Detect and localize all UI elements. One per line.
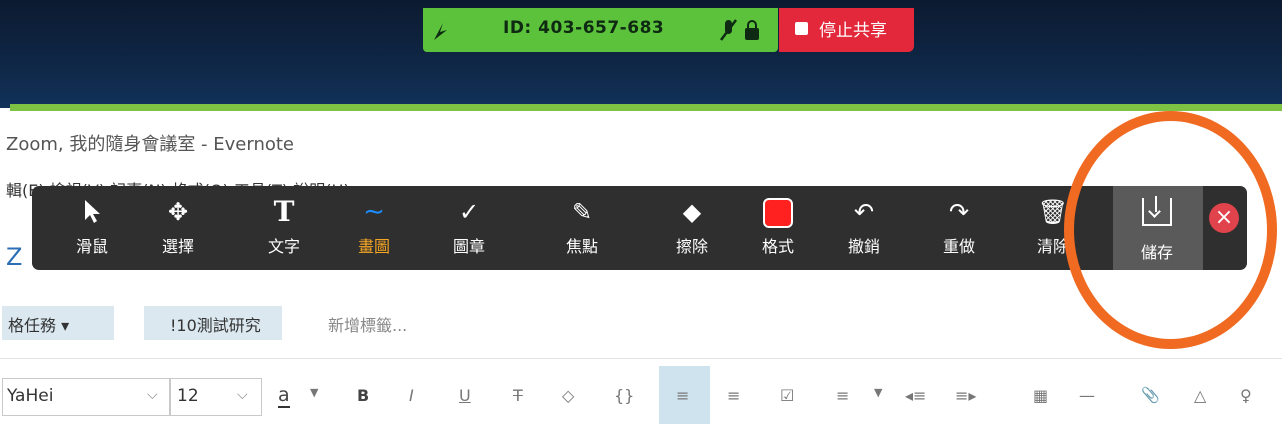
tool-label: 重做 [942, 237, 975, 256]
chevron-down-icon[interactable]: ▼ [874, 386, 882, 399]
indent-icon[interactable]: ≡▸ [955, 386, 976, 405]
tag-task-label: 格任務 ▾ [8, 316, 70, 335]
text-icon: T [273, 195, 295, 228]
meeting-id-label: ID: 403-657-683 [503, 18, 665, 38]
font-size-select[interactable]: 12 ⌵ [170, 378, 262, 416]
outdent-icon[interactable]: ◂≡ [905, 386, 926, 405]
font-size-value: 12 [177, 386, 199, 406]
tool-label: 格式 [761, 237, 794, 256]
numbered-list-icon[interactable]: ≡ [727, 386, 740, 405]
font-family-select[interactable]: YaHei ⌵ [2, 378, 170, 416]
highlighter-icon[interactable]: ◇ [562, 386, 574, 405]
share-border-line [10, 104, 1282, 111]
tool-text[interactable]: T 文字 [247, 188, 321, 268]
tool-label: 選擇 [161, 237, 194, 256]
tool-spotlight[interactable]: ✎ 焦點 [545, 188, 619, 268]
code-block-icon[interactable]: {} [614, 386, 634, 405]
format-icon [741, 188, 815, 232]
drive-icon[interactable]: △ [1194, 386, 1206, 405]
lock-icon[interactable] [743, 18, 761, 42]
stamp-icon: ✓ [458, 198, 480, 226]
tool-mouse[interactable]: 滑鼠 [55, 188, 129, 268]
tool-label: 撤銷 [847, 237, 880, 256]
tool-undo[interactable]: ↶ 撤銷 [827, 188, 901, 268]
tag-task[interactable]: 格任務 ▾ [2, 306, 114, 340]
draw-icon: ∼ [363, 197, 385, 227]
table-icon[interactable]: ▦ [1033, 386, 1048, 405]
align-icon[interactable]: ≡ [836, 386, 849, 405]
chevron-down-icon: ⌵ [237, 387, 248, 403]
cursor-icon [55, 188, 129, 232]
tool-label: 圖章 [452, 237, 485, 256]
app-letter: Z [6, 243, 23, 271]
redo-icon: ↷ [948, 198, 970, 226]
tool-label: 滑鼠 [75, 237, 108, 256]
tool-label: 畫圖 [357, 237, 390, 256]
tool-format[interactable]: 格式 [741, 188, 815, 268]
bullet-list-icon[interactable]: ≡ [676, 386, 689, 405]
tool-eraser[interactable]: ◆ 擦除 [655, 188, 729, 268]
signal-icon [434, 23, 447, 40]
stop-share-label: 停止共享 [819, 21, 887, 41]
attachment-icon[interactable]: 📎 [1141, 386, 1160, 404]
underline-button[interactable]: U [459, 386, 471, 405]
highlight-circle [1064, 111, 1277, 349]
stop-icon [795, 22, 808, 35]
bulb-icon[interactable]: ♀ [1240, 386, 1252, 405]
horizontal-rule-icon[interactable]: — [1079, 386, 1095, 405]
window-title: Zoom, 我的隨身會議室 - Evernote [6, 134, 295, 155]
mic-muted-icon[interactable] [719, 18, 739, 42]
divider [0, 358, 1282, 359]
add-tag-input[interactable]: 新增標籤... [328, 312, 407, 336]
tool-label: 擦除 [675, 237, 708, 256]
tool-select[interactable]: ✥ 選擇 [141, 188, 215, 268]
font-color-button[interactable]: a [278, 384, 290, 408]
move-icon: ✥ [167, 198, 189, 226]
tool-stamp[interactable]: ✓ 圖章 [432, 188, 506, 268]
bold-button[interactable]: B [357, 386, 369, 405]
undo-icon: ↶ [853, 198, 875, 226]
checklist-icon[interactable]: ☑ [780, 386, 794, 405]
italic-button[interactable]: I [409, 386, 414, 405]
chevron-down-icon: ⌵ [147, 387, 158, 403]
tool-label: 焦點 [565, 237, 598, 256]
tag-test-research-label: !10測試研究 [170, 316, 261, 335]
tool-redo[interactable]: ↷ 重做 [922, 188, 996, 268]
tool-draw[interactable]: ∼ 畫圖 [337, 188, 411, 268]
strikethrough-button[interactable]: T [513, 386, 523, 405]
font-family-value: YaHei [7, 386, 54, 406]
tag-test-research[interactable]: !10測試研究 [144, 306, 282, 340]
chevron-down-icon[interactable]: ▼ [310, 386, 318, 399]
spotlight-icon: ✎ [571, 198, 593, 226]
tool-label: 文字 [267, 237, 300, 256]
eraser-icon: ◆ [682, 198, 702, 226]
